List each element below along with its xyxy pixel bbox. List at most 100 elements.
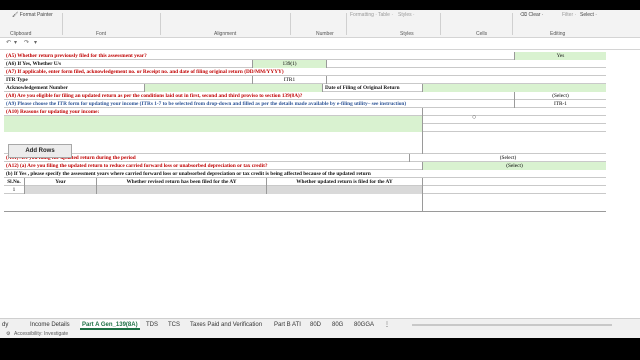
- row-a8: (A8) Are you eligible for filing an upda…: [4, 92, 606, 100]
- tab-80d[interactable]: 80D: [310, 320, 321, 330]
- ribbon-separator: [440, 13, 441, 35]
- row-a9: (A9) Please choose the ITR form for upda…: [4, 100, 606, 108]
- quick-access-bar: ↶ ▾ ↷ ▾: [0, 38, 640, 50]
- undo-dropdown-icon[interactable]: ▾: [14, 39, 17, 46]
- tab-part-b-ati[interactable]: Part B ATI: [274, 320, 301, 330]
- a6-label: (A6) If Yes, Whether U/s: [6, 61, 62, 67]
- a12-label: (A12) (a) Are you filing the updated ret…: [6, 163, 268, 169]
- redo-icon[interactable]: ↷: [24, 39, 29, 46]
- ribbon-separator: [290, 13, 291, 35]
- group-editing: Editing: [550, 31, 566, 37]
- a11-select-cell[interactable]: (Select): [409, 154, 606, 162]
- tab-part-a-gen[interactable]: Part A Gen_139(8A): [80, 320, 140, 330]
- revised-return-cell[interactable]: [96, 186, 266, 194]
- filter-button[interactable]: Filter ·: [562, 12, 576, 18]
- tab-80gga[interactable]: 80GGA: [354, 320, 374, 330]
- header-side-cell: [422, 178, 606, 186]
- row-sl-no: 1: [12, 187, 16, 193]
- row-blank-end: [4, 194, 606, 212]
- group-cells: Cells: [476, 31, 488, 37]
- a12-select-cell[interactable]: (Select): [422, 162, 606, 170]
- row-a6: (A6) If Yes, Whether U/s 139(1): [4, 60, 606, 68]
- reason-input-cell[interactable]: [4, 116, 422, 124]
- clear-button[interactable]: ⌫ Clear ·: [520, 12, 543, 18]
- ay-table-header: Sl.No. Year Whether revised return has b…: [4, 178, 606, 186]
- accessibility-status[interactable]: Accessibility: Investigate: [14, 330, 68, 338]
- worksheet[interactable]: (A5) Whether return previously filed for…: [0, 50, 640, 318]
- group-alignment: Alignment: [214, 31, 237, 37]
- blank-side-cell: [422, 194, 606, 212]
- row-a5: (A5) Whether return previously filed for…: [4, 52, 606, 60]
- reason-side-cell: [422, 124, 606, 132]
- a10-label: (A10) Reasons for updating your income:: [6, 109, 100, 115]
- reason-input-cell[interactable]: [4, 124, 422, 132]
- row-a7: (A7) If applicable, enter form filed, ac…: [4, 68, 606, 76]
- ribbon-separator: [512, 13, 513, 35]
- date-filing-cell[interactable]: [422, 84, 606, 92]
- row-itr-type: ITR Type ITR1: [4, 76, 606, 84]
- a6-empty-cell[interactable]: [326, 60, 606, 68]
- reason-side-cell: [422, 116, 606, 124]
- table-side-cell: [422, 186, 606, 194]
- tab-tds[interactable]: TDS: [146, 320, 158, 330]
- year-cell[interactable]: [24, 186, 96, 194]
- row-acknowledgement: Acknowledgement Number Date of Filing of…: [4, 84, 606, 92]
- format-as-table-button[interactable]: Table ·: [378, 12, 393, 18]
- tab-income-details[interactable]: Income Details: [30, 320, 70, 330]
- quick-access-dropdown-icon[interactable]: ▾: [34, 39, 37, 46]
- horizontal-scrollbar[interactable]: [412, 324, 612, 326]
- ribbon-separator: [62, 13, 63, 35]
- video-letterbox-bottom: [0, 338, 640, 360]
- itr-type-empty-cell[interactable]: [326, 76, 606, 84]
- table-row: 1: [4, 186, 606, 194]
- add-rows-side-cell: [422, 132, 606, 154]
- mouse-cursor-icon: ○: [472, 114, 477, 121]
- a6-value-cell[interactable]: 139(1): [252, 60, 326, 68]
- format-painter-button[interactable]: 🖌 Format Painter: [12, 12, 53, 18]
- cell-styles-button[interactable]: Styles ·: [398, 12, 415, 18]
- tab-taxes-paid[interactable]: Taxes Paid and Verification: [190, 320, 262, 330]
- group-number: Number: [316, 31, 334, 37]
- a7-label: (A7) If applicable, enter form filed, ac…: [6, 69, 284, 75]
- row-a12: (A12) (a) Are you filing the updated ret…: [4, 162, 606, 170]
- add-rows-button[interactable]: Add Rows: [8, 144, 72, 158]
- tab-scroll-icon[interactable]: ⋮: [384, 320, 390, 330]
- group-clipboard: Clipboard: [10, 31, 32, 37]
- header-updated-return: Whether updated return is filed for the …: [266, 178, 422, 186]
- itr-type-label: ITR Type: [6, 77, 28, 83]
- accessibility-icon: ⚙: [6, 331, 11, 337]
- header-sl-no: Sl.No.: [7, 179, 21, 185]
- ribbon-separator: [160, 13, 161, 35]
- row-add-rows-area: [4, 132, 606, 154]
- header-revised-return: Whether revised return has been filed fo…: [96, 178, 266, 186]
- sheet-tab-bar: dy Income Details Part A Gen_139(8A) TDS…: [0, 318, 640, 330]
- row-reason-1: [4, 116, 606, 124]
- select-button[interactable]: Select ·: [580, 12, 597, 18]
- group-font: Font: [96, 31, 107, 37]
- tab-fragment[interactable]: dy: [2, 320, 8, 330]
- ribbon-separator: [346, 13, 347, 35]
- a9-itr-form-cell[interactable]: ITR-1: [514, 100, 606, 108]
- row-a11: (A11) Are you filing the updated return …: [4, 154, 606, 162]
- tab-80g[interactable]: 80G: [332, 320, 343, 330]
- ack-number-cell[interactable]: [144, 84, 322, 92]
- a5-value-cell[interactable]: Yes: [514, 52, 606, 60]
- a8-select-cell[interactable]: (Select): [514, 92, 606, 100]
- header-year: Year: [24, 178, 96, 186]
- a8-label: (A8) Are you eligible for filing an upda…: [6, 93, 303, 99]
- ack-label: Acknowledgement Number: [6, 85, 68, 91]
- row-a10: (A10) Reasons for updating your income:: [4, 108, 606, 116]
- b-label: (b) If Yes , please specify the assessme…: [6, 171, 371, 177]
- a10-side-cell: [422, 108, 606, 116]
- conditional-formatting-button[interactable]: Formatting ·: [350, 12, 377, 18]
- group-styles: Styles: [400, 31, 414, 37]
- itr-type-value-cell[interactable]: ITR1: [252, 76, 326, 84]
- status-bar: ⚙ Accessibility: Investigate: [0, 330, 640, 338]
- row-b: (b) If Yes , please specify the assessme…: [4, 170, 606, 178]
- row-reason-2: [4, 124, 606, 132]
- undo-icon[interactable]: ↶: [6, 39, 11, 46]
- tab-tcs[interactable]: TCS: [168, 320, 180, 330]
- updated-return-cell[interactable]: [266, 186, 422, 194]
- ribbon: 🖌 Format Painter Formatting · Table · St…: [0, 10, 640, 38]
- itr-form-grid: (A5) Whether return previously filed for…: [4, 52, 606, 212]
